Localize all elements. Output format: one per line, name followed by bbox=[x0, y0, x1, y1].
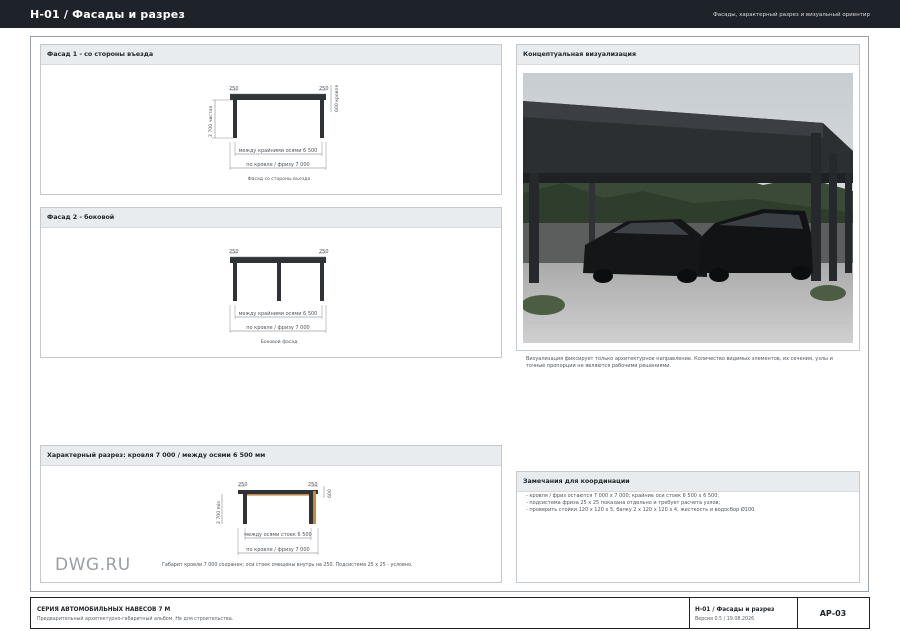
section-title: Характерный разрез: кровля 7 000 / между… bbox=[47, 452, 266, 459]
sheet-name: Н-01 / Фасады и разрез bbox=[695, 607, 775, 613]
coordination-line: - проверить стойки 120 х 120 х 5, балку … bbox=[526, 507, 756, 513]
dim-axes-label: между крайними осями 6 500 bbox=[239, 310, 318, 317]
coordination-line: - подсистема фриза 25 х 25 показана отде… bbox=[526, 500, 721, 506]
dim-total-label: по кровле / фризу 7 000 bbox=[246, 547, 309, 553]
facade-2-caption: Боковой фасад bbox=[261, 338, 298, 345]
series-note: Предварительный архитектурно-габаритный … bbox=[37, 617, 234, 622]
dim-left-label: 250 bbox=[229, 86, 239, 92]
dim-roof-label: 600 bbox=[327, 489, 333, 498]
facade-1-title: Фасад 1 - со стороны въезда bbox=[47, 51, 154, 58]
series-name: СЕРИЯ АВТОМОБИЛЬНЫХ НАВЕСОВ 7 М bbox=[37, 607, 171, 613]
sheet-code: АР-03 bbox=[819, 609, 847, 618]
sheet-version: Версия 0.5 / 19.08.2026 bbox=[695, 617, 755, 622]
concept-visualization-image bbox=[523, 73, 853, 343]
facade-2-title: Фасад 2 - боковой bbox=[47, 214, 115, 221]
top-bar: Н-01 / Фасады и разрез Фасады, характерн… bbox=[0, 0, 900, 28]
facade-1-drawing: 250 250 2 700 чистая 600 кровля между кр… bbox=[208, 85, 340, 182]
dim-left-label: 250 bbox=[238, 482, 248, 488]
title-block-sheet: Н-01 / Фасады и разрез Версия 0.5 / 19.0… bbox=[689, 598, 798, 628]
watermark-logo: DWG.RU bbox=[55, 555, 131, 575]
coordination-panel: Замечания для координации bbox=[516, 471, 860, 583]
panel-header: Замечания для координации bbox=[517, 472, 859, 492]
page-subtitle: Фасады, характерный разрез и визуальный … bbox=[712, 12, 870, 18]
dim-height-label: 2 700 min bbox=[216, 501, 222, 524]
visual-note: Визуализация фиксирует только архитектур… bbox=[526, 356, 833, 369]
coordination-line: - кровля / фриз остаются 7 000 х 7 000; … bbox=[526, 493, 720, 499]
dim-left-label: 250 bbox=[229, 249, 239, 255]
dim-total-label: по кровле / фризу 7 000 bbox=[246, 162, 309, 168]
dim-right-label: 250 bbox=[319, 86, 329, 92]
dim-right-label: 250 bbox=[308, 482, 318, 488]
title-block-series: СЕРИЯ АВТОМОБИЛЬНЫХ НАВЕСОВ 7 М Предвари… bbox=[31, 598, 690, 628]
dim-right-label: 250 bbox=[319, 249, 329, 255]
panel-header: Концептуальная визуализация bbox=[517, 45, 859, 65]
facade-2-drawing: 250 250 между крайними осями 6 500 по кр… bbox=[229, 249, 329, 345]
dim-total-label: по кровле / фризу 7 000 bbox=[246, 325, 309, 331]
panel-header: Фасад 1 - со стороны въезда bbox=[41, 45, 501, 65]
title-block: СЕРИЯ АВТОМОБИЛЬНЫХ НАВЕСОВ 7 М Предвари… bbox=[30, 597, 870, 629]
dim-height-label: 2 700 чистая bbox=[208, 106, 214, 137]
panel-header: Фасад 2 - боковой bbox=[41, 208, 501, 228]
title-block-code: АР-03 bbox=[797, 598, 869, 628]
facade-1-caption: Фасад со стороны въезда bbox=[248, 176, 311, 182]
dim-roof-label: 600 кровля bbox=[334, 85, 340, 112]
panel-header: Характерный разрез: кровля 7 000 / между… bbox=[41, 446, 501, 466]
section-drawing: 250 250 2 700 min 600 между осями стоек … bbox=[216, 482, 333, 555]
section-caption: Габарит кровли 7 000 сохранен; оси стоек… bbox=[162, 563, 413, 568]
coordination-title: Замечания для координации bbox=[523, 478, 630, 485]
page-title: Н-01 / Фасады и разрез bbox=[30, 8, 186, 21]
visual-title: Концептуальная визуализация bbox=[523, 51, 637, 58]
dim-axes-label: между крайними осями 6 500 bbox=[239, 147, 318, 154]
coordination-notes: - кровля / фриз остаются 7 000 х 7 000; … bbox=[526, 493, 848, 514]
dim-axes-label: между осями стоек 6 500 bbox=[244, 532, 312, 538]
